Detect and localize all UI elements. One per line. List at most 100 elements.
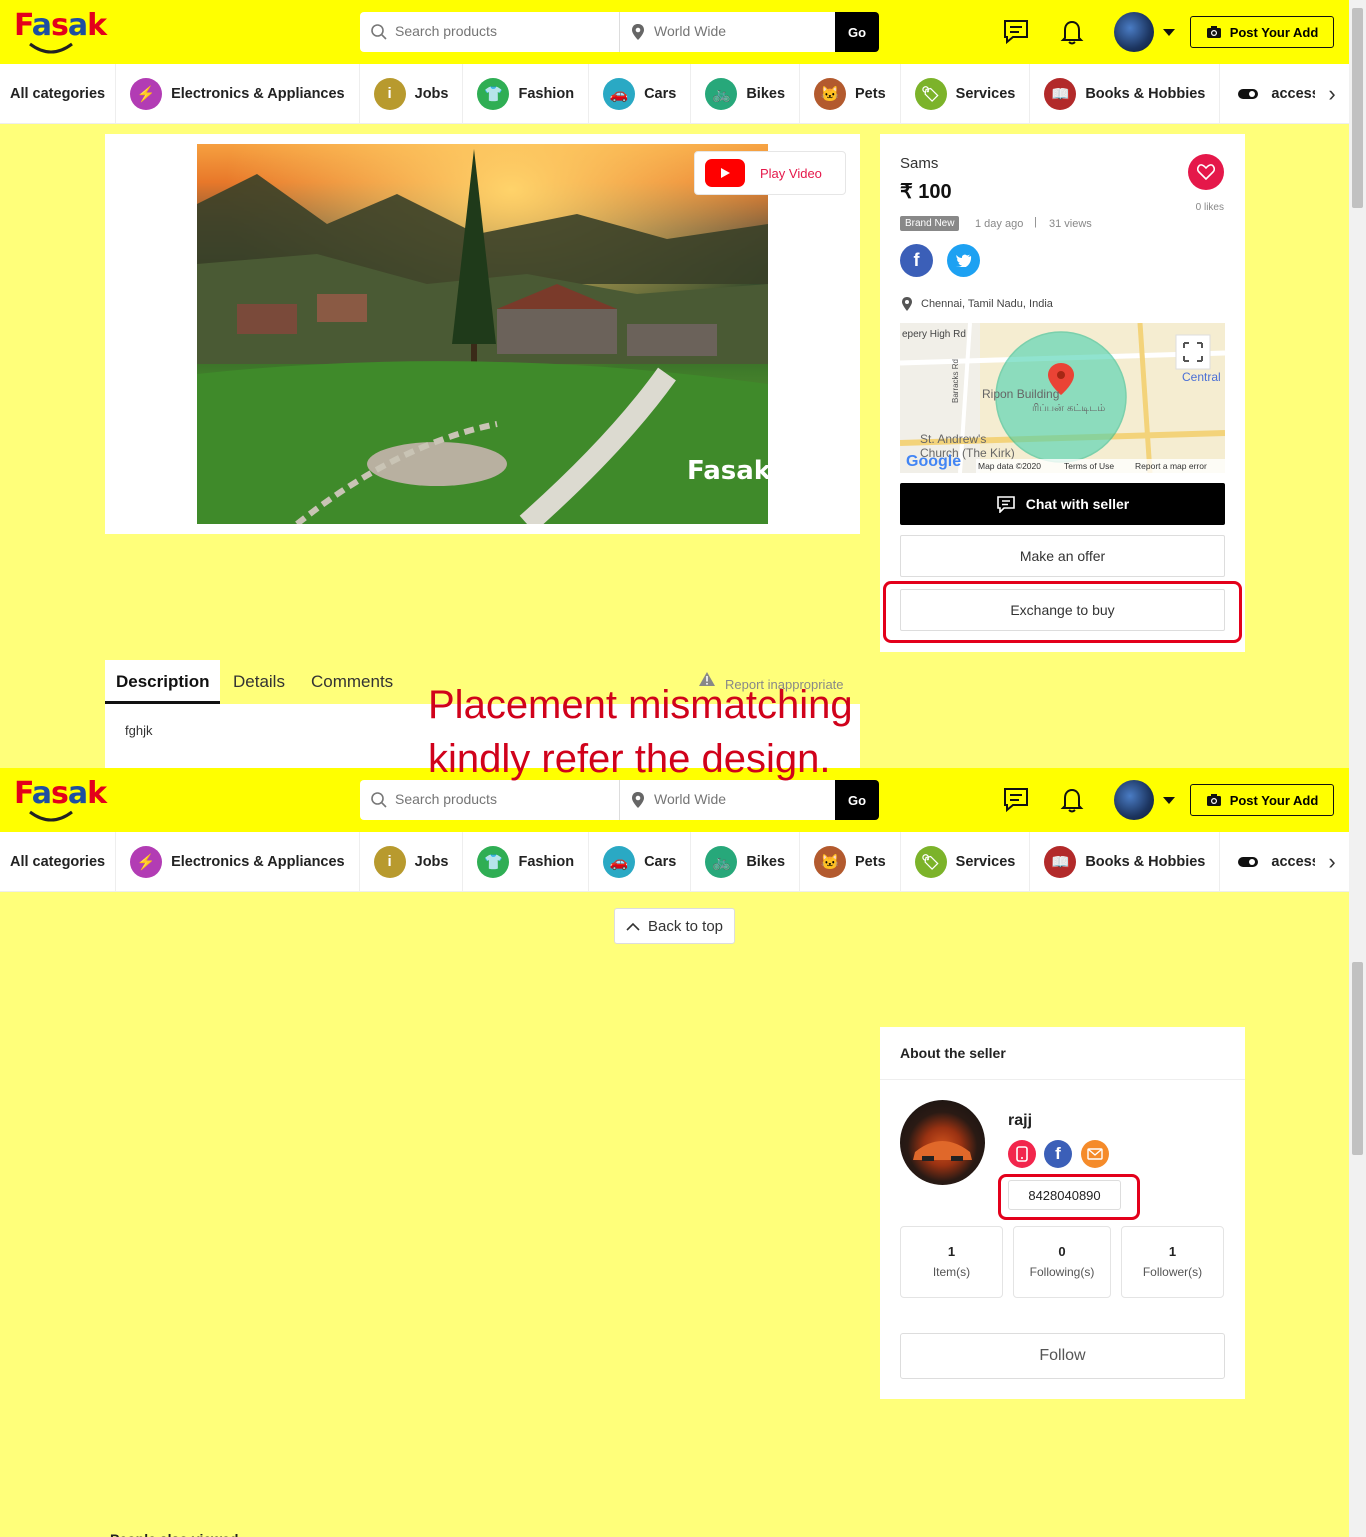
category-label: Books & Hobbies xyxy=(1085,853,1206,870)
facebook-icon[interactable]: f xyxy=(1044,1140,1072,1168)
search-icon xyxy=(371,792,387,808)
location-pin-icon xyxy=(632,792,644,808)
chat-with-seller-button[interactable]: Chat with seller xyxy=(900,483,1225,525)
twitter-share-icon[interactable] xyxy=(947,244,980,277)
category-all[interactable]: All categories xyxy=(0,63,117,124)
heart-icon[interactable] xyxy=(1188,154,1224,190)
category-next-arrow-icon[interactable]: › xyxy=(1315,78,1349,110)
landscape-image: Fasak xyxy=(197,144,768,524)
toggle-icon xyxy=(1234,845,1263,878)
location-input[interactable] xyxy=(654,791,824,807)
user-avatar[interactable] xyxy=(1114,780,1154,820)
toggle-icon xyxy=(1234,77,1263,110)
search-input[interactable] xyxy=(395,791,610,807)
plug-icon: ⚡ xyxy=(130,77,163,110)
fasak-logo[interactable]: Fasak xyxy=(14,776,107,826)
category-label: Pets xyxy=(855,85,886,102)
location-box xyxy=(620,12,836,52)
tab-details[interactable]: Details xyxy=(233,660,285,704)
category-label: Cars xyxy=(644,85,677,102)
category-label: Jobs xyxy=(414,85,449,102)
category-label: Electronics & Appliances xyxy=(171,853,345,870)
facebook-share-icon[interactable]: f xyxy=(900,244,933,277)
tab-description[interactable]: Description xyxy=(116,660,210,704)
category-jobs[interactable]: i Jobs xyxy=(360,63,464,124)
location-map[interactable]: epery High Rd Barracks Rd Ripon Building… xyxy=(900,323,1225,473)
product-photo[interactable]: Fasak xyxy=(197,144,768,524)
location-pin-icon xyxy=(632,24,644,40)
watermark-text: Fasak xyxy=(687,456,768,486)
post-ad-button[interactable]: Post Your Add xyxy=(1190,16,1334,48)
category-jobs[interactable]: i Jobs xyxy=(360,831,464,892)
map-label: Central xyxy=(1182,370,1221,384)
category-electronics[interactable]: ⚡ Electronics & Appliances xyxy=(116,63,360,124)
category-bikes[interactable]: 🚲 Bikes xyxy=(691,831,801,892)
go-button[interactable]: Go xyxy=(835,12,879,52)
location-input[interactable] xyxy=(654,23,824,39)
location-box xyxy=(620,780,836,820)
scrollbar-thumb[interactable] xyxy=(1352,8,1363,208)
stat-followers[interactable]: 1 Follower(s) xyxy=(1121,1226,1224,1298)
category-cars[interactable]: 🚗 Cars xyxy=(589,63,692,124)
follow-button[interactable]: Follow xyxy=(900,1333,1225,1379)
highlight-exchange-button xyxy=(883,581,1242,643)
description-text: fghjk xyxy=(125,723,153,738)
category-pets[interactable]: 🐱 Pets xyxy=(800,831,901,892)
tag-icon: 🏷 xyxy=(914,845,947,878)
category-label: Services xyxy=(955,85,1016,102)
tab-comments[interactable]: Comments xyxy=(311,660,393,704)
search-box xyxy=(360,780,620,820)
category-fashion[interactable]: 👕 Fashion xyxy=(463,831,590,892)
pet-icon: 🐱 xyxy=(814,77,847,110)
category-services[interactable]: 🏷 Services xyxy=(901,831,1031,892)
tshirt-icon: 👕 xyxy=(477,77,510,110)
stat-items[interactable]: 1 Item(s) xyxy=(900,1226,1003,1298)
category-cars[interactable]: 🚗 Cars xyxy=(589,831,692,892)
category-electronics[interactable]: ⚡ Electronics & Appliances xyxy=(116,831,360,892)
map-label: epery High Rd xyxy=(902,329,966,340)
user-avatar[interactable] xyxy=(1114,12,1154,52)
category-services[interactable]: 🏷 Services xyxy=(901,63,1031,124)
highlight-phone-number xyxy=(998,1174,1140,1220)
search-input[interactable] xyxy=(395,23,610,39)
category-label: Bikes xyxy=(746,853,786,870)
play-video-button[interactable]: Play Video xyxy=(694,151,846,195)
chat-icon[interactable] xyxy=(1002,786,1030,814)
category-bikes[interactable]: 🚲 Bikes xyxy=(691,63,801,124)
email-icon[interactable] xyxy=(1081,1140,1109,1168)
category-next-arrow-icon[interactable]: › xyxy=(1315,846,1349,878)
category-pets[interactable]: 🐱 Pets xyxy=(800,63,901,124)
category-label: Electronics & Appliances xyxy=(171,85,345,102)
product-title: Sams xyxy=(900,155,939,172)
stat-label: Following(s) xyxy=(1029,1265,1095,1279)
stat-following[interactable]: 0 Following(s) xyxy=(1013,1226,1111,1298)
bell-icon[interactable] xyxy=(1058,786,1086,814)
make-offer-button[interactable]: Make an offer xyxy=(900,535,1225,577)
category-label: Bikes xyxy=(746,85,786,102)
chevron-down-icon[interactable] xyxy=(1163,29,1175,36)
category-books[interactable]: 📖 Books & Hobbies xyxy=(1030,63,1221,124)
category-label: Pets xyxy=(855,853,886,870)
post-ad-button[interactable]: Post Your Add xyxy=(1190,784,1334,816)
go-button[interactable]: Go xyxy=(835,780,879,820)
scrollbar-thumb[interactable] xyxy=(1352,962,1363,1155)
category-books[interactable]: 📖 Books & Hobbies xyxy=(1030,831,1221,892)
back-to-top-button[interactable]: Back to top xyxy=(614,908,735,944)
phone-icon[interactable] xyxy=(1008,1140,1036,1168)
divider xyxy=(880,1079,1245,1080)
category-all[interactable]: All categories xyxy=(0,831,117,892)
chat-button-label: Chat with seller xyxy=(1025,496,1130,512)
chevron-down-icon[interactable] xyxy=(1163,797,1175,804)
google-logo: Google xyxy=(906,453,961,470)
map-terms-link: Terms of Use xyxy=(1064,461,1114,471)
category-label: Services xyxy=(955,853,1016,870)
bike-icon: 🚲 xyxy=(705,845,738,878)
stat-value: 1 xyxy=(1168,1244,1177,1259)
category-fashion[interactable]: 👕 Fashion xyxy=(463,63,590,124)
fasak-logo[interactable]: Fasak xyxy=(14,8,107,58)
bell-icon[interactable] xyxy=(1058,18,1086,46)
chat-icon[interactable] xyxy=(1002,18,1030,46)
post-ad-label: Post Your Add xyxy=(1229,24,1319,40)
category-nav: All categories ⚡ Electronics & Appliances… xyxy=(0,63,1349,124)
seller-avatar[interactable] xyxy=(900,1100,985,1185)
